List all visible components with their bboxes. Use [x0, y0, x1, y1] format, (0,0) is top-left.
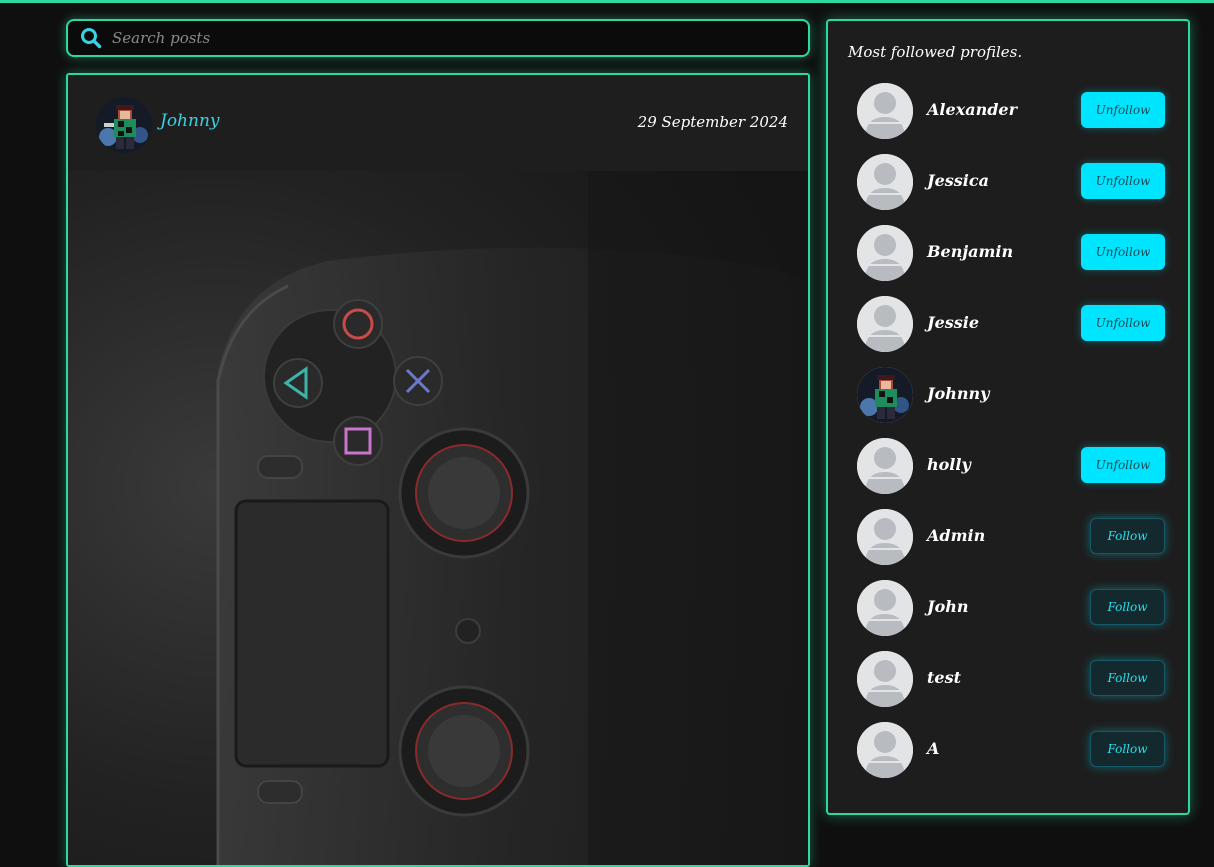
profile-name[interactable]: Johnny [927, 384, 989, 403]
default-avatar-icon[interactable] [857, 296, 913, 352]
profile-name[interactable]: Benjamin [927, 242, 1013, 261]
profile-row: John Follow [828, 580, 1188, 651]
profile-row: A Follow [828, 722, 1188, 793]
search-icon[interactable] [80, 27, 102, 49]
profile-name[interactable]: holly [927, 455, 971, 474]
profile-name[interactable]: John [927, 597, 969, 616]
profile-avatar[interactable] [857, 367, 913, 423]
default-avatar-icon[interactable] [857, 154, 913, 210]
top-accent-bar [0, 0, 1214, 3]
profile-name[interactable]: test [927, 668, 961, 687]
unfollow-button[interactable]: Unfollow [1081, 305, 1165, 341]
default-avatar-icon[interactable] [857, 651, 913, 707]
author-avatar[interactable] [96, 97, 152, 153]
follow-button[interactable]: Follow [1090, 518, 1165, 554]
profile-name[interactable]: Jessica [927, 171, 989, 190]
profile-name[interactable]: Admin [927, 526, 985, 545]
default-avatar-icon[interactable] [857, 722, 913, 778]
follow-button[interactable]: Follow [1090, 589, 1165, 625]
sidebar-title: Most followed profiles. [848, 43, 1023, 61]
post-image[interactable] [68, 171, 808, 865]
unfollow-button[interactable]: Unfollow [1081, 447, 1165, 483]
search-input[interactable] [110, 22, 808, 54]
unfollow-button[interactable]: Unfollow [1081, 234, 1165, 270]
profile-row: Admin Follow [828, 509, 1188, 580]
default-avatar-icon[interactable] [857, 83, 913, 139]
most-followed-sidebar: Most followed profiles. Alexander Unfollo… [826, 19, 1190, 815]
profile-row: Jessica Unfollow [828, 154, 1188, 225]
unfollow-button[interactable]: Unfollow [1081, 92, 1165, 128]
unfollow-button[interactable]: Unfollow [1081, 163, 1165, 199]
profile-name[interactable]: Jessie [927, 313, 979, 332]
profile-name[interactable]: Alexander [927, 100, 1017, 119]
post-header: Johnny 29 September 2024 [68, 75, 808, 171]
default-avatar-icon[interactable] [857, 225, 913, 281]
post-card: Johnny 29 September 2024 [66, 73, 810, 867]
post-author-link[interactable]: Johnny [160, 111, 220, 131]
post-date: 29 September 2024 [637, 113, 788, 131]
search-bar[interactable] [66, 19, 810, 57]
profile-name[interactable]: A [927, 739, 939, 758]
profile-row: Benjamin Unfollow [828, 225, 1188, 296]
profile-list: Alexander Unfollow Jessica Unfollow Benjamin… [828, 83, 1188, 793]
profile-row: holly Unfollow [828, 438, 1188, 509]
follow-button[interactable]: Follow [1090, 731, 1165, 767]
default-avatar-icon[interactable] [857, 509, 913, 565]
profile-row: Alexander Unfollow [828, 83, 1188, 154]
default-avatar-icon[interactable] [857, 580, 913, 636]
profile-row: test Follow [828, 651, 1188, 722]
profile-row: Jessie Unfollow [828, 296, 1188, 367]
default-avatar-icon[interactable] [857, 438, 913, 494]
profile-row: Johnny [828, 367, 1188, 438]
follow-button[interactable]: Follow [1090, 660, 1165, 696]
